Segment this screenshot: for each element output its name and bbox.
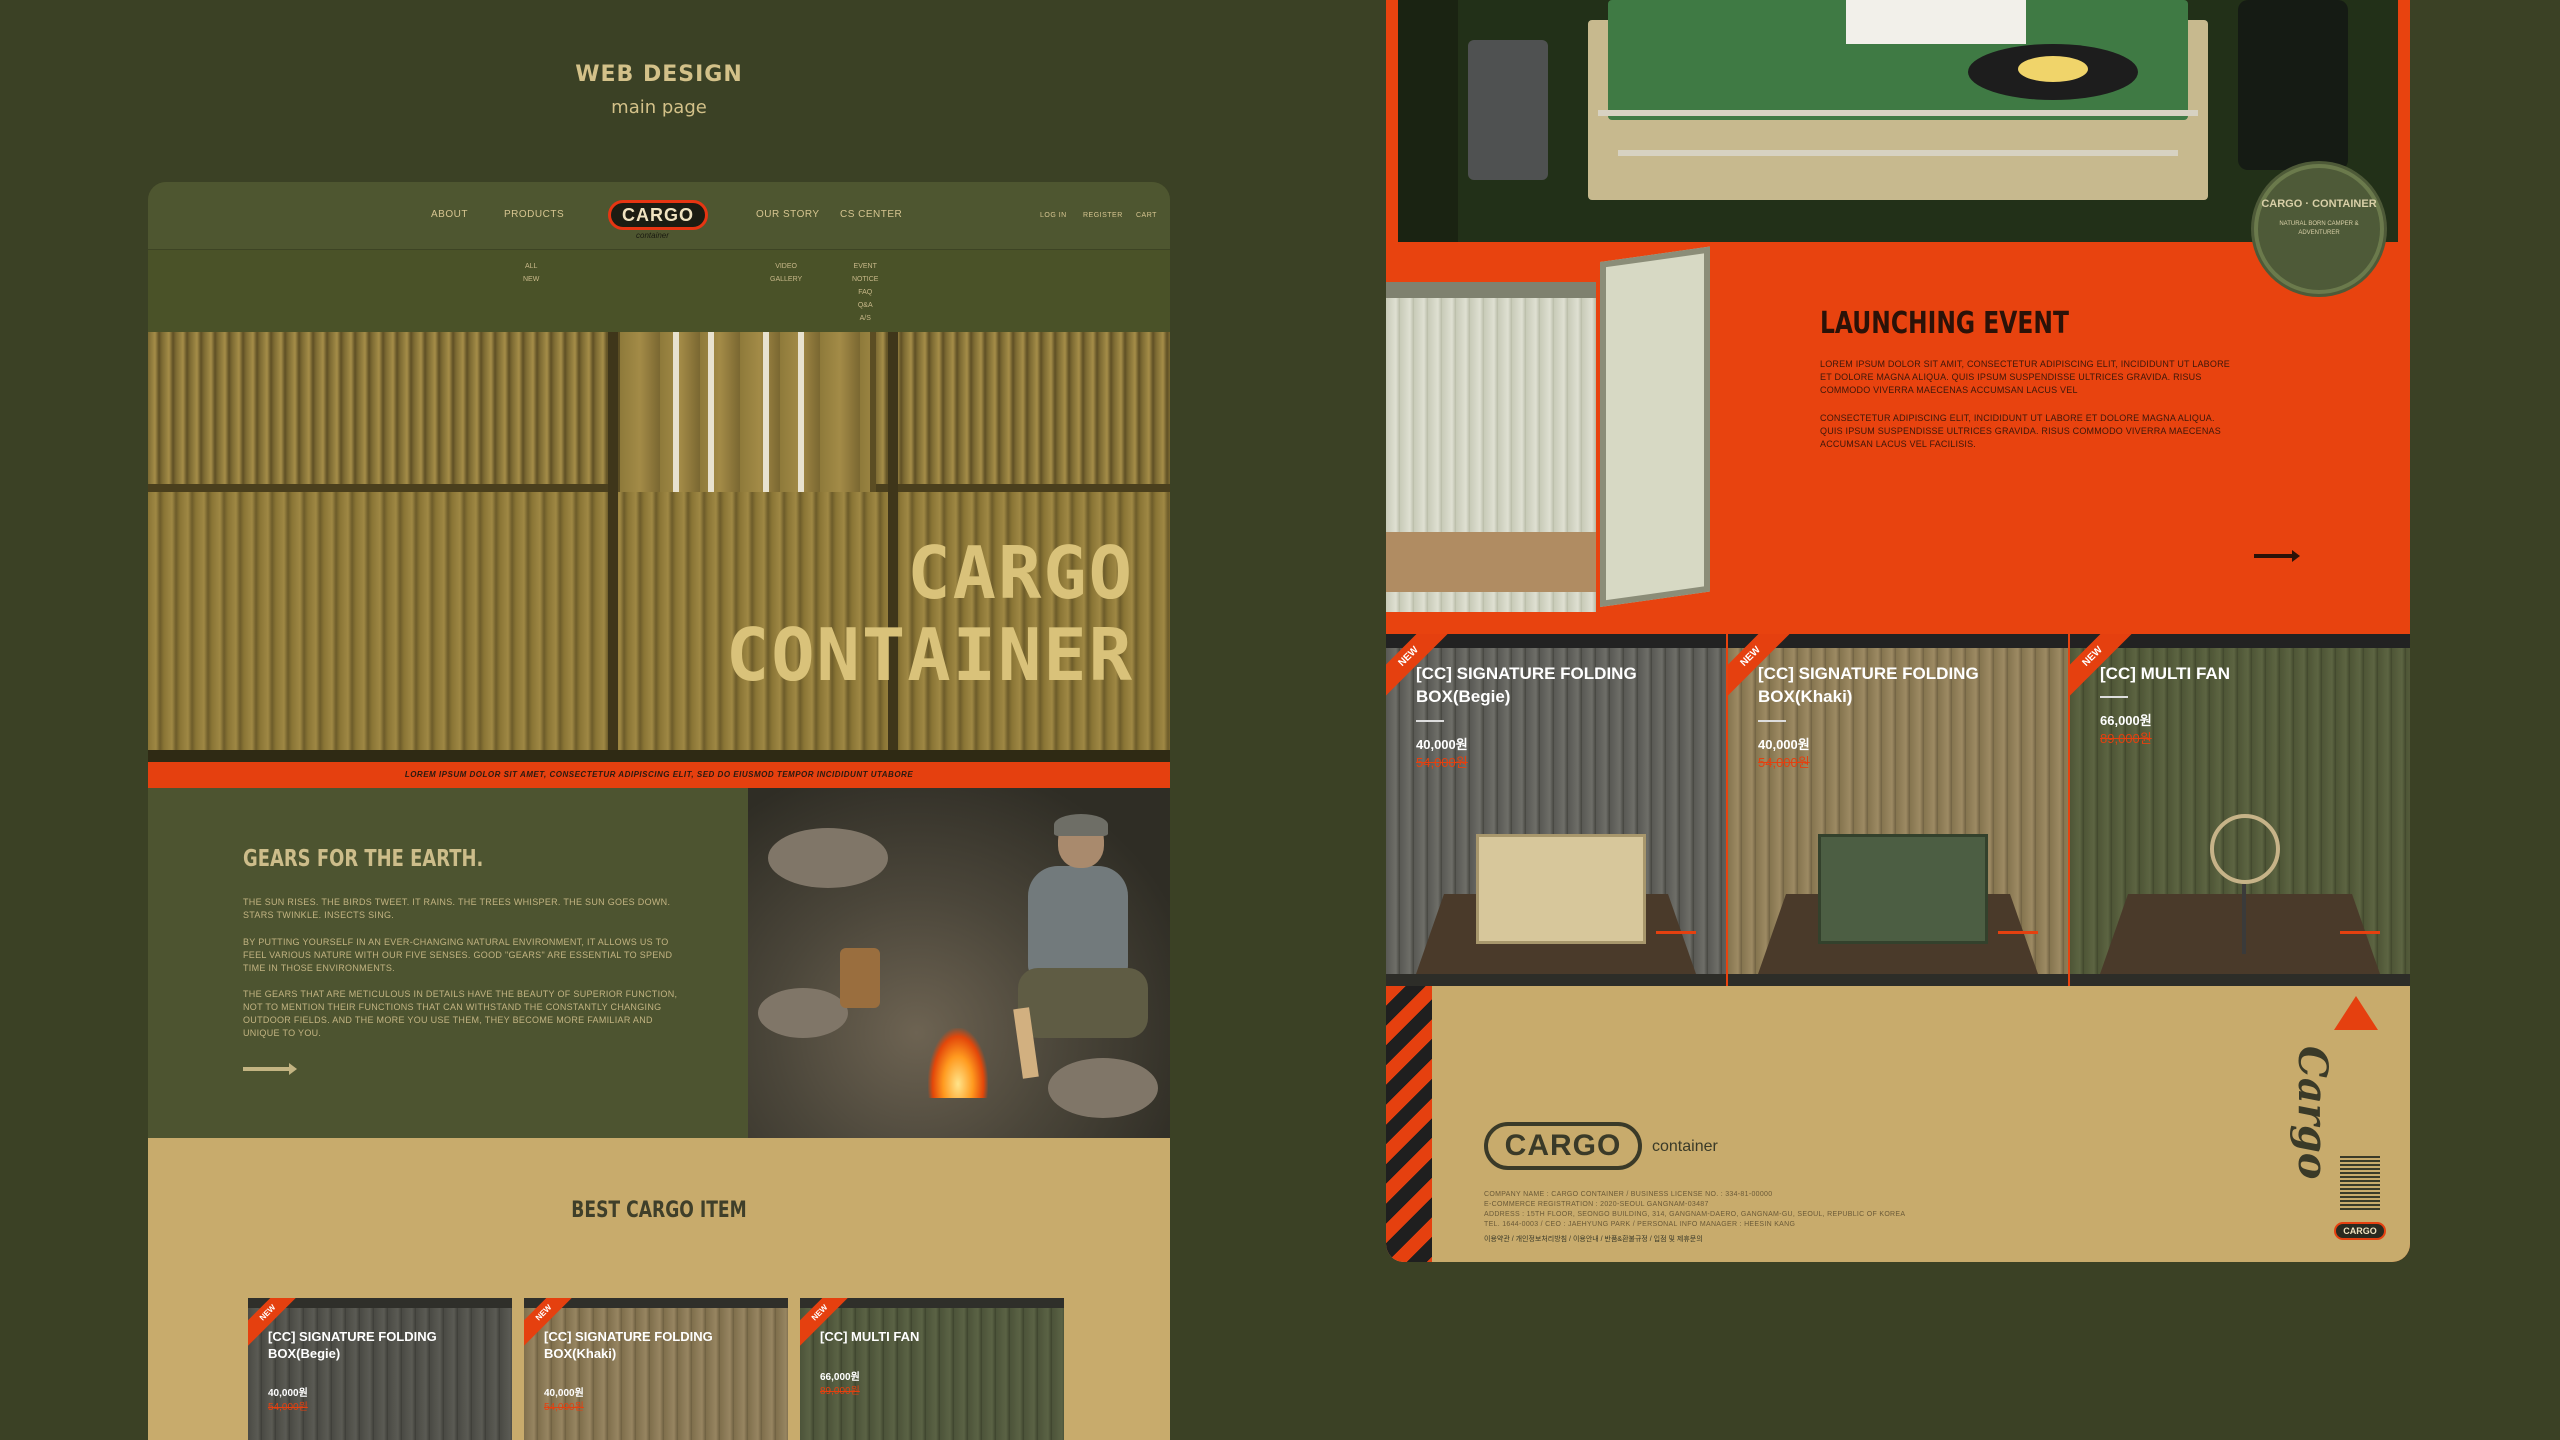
- product-price: 40,000원: [1758, 737, 1810, 752]
- brand-logo[interactable]: CARGO: [608, 200, 708, 230]
- hero-title: CARGO CONTAINER: [725, 531, 1134, 697]
- company-info: COMPANY NAME : CARGO CONTAINER / BUSINES…: [1484, 1191, 1773, 1198]
- best-card[interactable]: NEW [CC] MULTI FAN 66,000원 89,000원: [800, 1298, 1064, 1440]
- logo-text: CARGO: [622, 205, 694, 225]
- hero-strip: LOREM IPSUM DOLOR SIT AMET, CONSECTETUR …: [148, 762, 1170, 788]
- vertical-wordmark: Cargo: [2289, 1046, 2336, 1180]
- launch-paragraph-2: CONSECTETUR ADIPISCING ELIT, INCIDIDUNT …: [1820, 413, 2221, 449]
- subnav-story[interactable]: VIDEO GALLERY: [770, 260, 802, 286]
- caption-title: WEB DESIGN: [575, 62, 743, 87]
- company-info: ADDRESS : 15TH FLOOR, SEONGO BUILDING, 3…: [1484, 1211, 1906, 1218]
- arrow-right-icon[interactable]: [243, 1063, 297, 1075]
- gears-paragraph-3: THE GEARS THAT ARE METICULOUS IN DETAILS…: [243, 989, 678, 1038]
- nav-register[interactable]: REGISTER: [1083, 212, 1123, 219]
- best-card[interactable]: NEW [CC] SIGNATURE FOLDING BOX(Khaki) 40…: [524, 1298, 788, 1440]
- page-continuation-mockup: CARGO · CONTAINER NATURAL BORN CAMPER & …: [1386, 0, 2410, 1262]
- campfire: [928, 1028, 988, 1098]
- product-name: [CC] SIGNATURE FOLDING BOX(Begie): [1416, 664, 1637, 706]
- hero-banner: CARGO CONTAINER: [148, 332, 1170, 762]
- product-name: [CC] SIGNATURE FOLDING BOX(Begie): [268, 1329, 437, 1361]
- product-card[interactable]: NEW [CC] SIGNATURE FOLDING BOX(Begie) 40…: [1386, 634, 1726, 986]
- best-title: BEST CARGO ITEM: [571, 1198, 747, 1223]
- product-old-price: 54,000원: [268, 1402, 308, 1413]
- product-price: 66,000원: [820, 1372, 860, 1383]
- nav-products[interactable]: PRODUCTS: [504, 209, 564, 220]
- gears-section: GEARS FOR THE EARTH. THE SUN RISES. THE …: [148, 788, 748, 1138]
- nav-cs-center[interactable]: CS CENTER: [840, 209, 902, 220]
- mountain-icon: [2334, 996, 2378, 1030]
- stove-photo: [1398, 0, 2398, 242]
- product-name: [CC] SIGNATURE FOLDING BOX(Khaki): [1758, 664, 1979, 706]
- product-card[interactable]: NEW [CC] MULTI FAN 66,000원 89,000원: [2070, 634, 2410, 986]
- footer-links[interactable]: 이용약관 / 개인정보처리방침 / 이용안내 / 반품&환불규정 / 입점 및 …: [1484, 1234, 1703, 1244]
- product-price: 40,000원: [268, 1388, 308, 1399]
- best-card[interactable]: NEW [CC] SIGNATURE FOLDING BOX(Begie) 40…: [248, 1298, 512, 1440]
- sub-nav: ALL NEW VIDEO GALLERY EVENT NOTICE FAQ Q…: [148, 250, 1170, 332]
- nav-about[interactable]: ABOUT: [431, 209, 468, 220]
- gears-paragraph-2: BY PUTTING YOURSELF IN AN EVER-CHANGING …: [243, 937, 673, 973]
- product-old-price: 54,000원: [1416, 755, 1468, 770]
- launch-paragraph-1: LOREM IPSUM DOLOR SIT AMIT, CONSECTETUR …: [1820, 359, 2230, 395]
- nav-login[interactable]: LOG IN: [1040, 212, 1067, 219]
- open-container-image: [1386, 246, 1726, 612]
- folding-box-image: [1818, 834, 1988, 944]
- footer-logo[interactable]: CARGO: [1484, 1122, 1642, 1170]
- best-items-section: BEST CARGO ITEM ‹ › NEW [CC] SIGNATURE F…: [148, 1138, 1170, 1440]
- arrow-right-icon[interactable]: [2254, 550, 2300, 562]
- chevron-left-icon[interactable]: ‹: [186, 1428, 196, 1440]
- launch-title: LAUNCHING EVENT: [1820, 306, 2069, 341]
- container-door: [614, 332, 876, 492]
- product-old-price: 54,000원: [1758, 755, 1810, 770]
- main-page-mockup: ABOUT PRODUCTS CARGO container OUR STORY…: [148, 182, 1170, 1440]
- brand-stamp-icon: CARGO · CONTAINER NATURAL BORN CAMPER & …: [2254, 164, 2384, 294]
- product-card[interactable]: NEW [CC] SIGNATURE FOLDING BOX(Khaki) 40…: [1728, 634, 2068, 986]
- hazard-stripes: [1386, 986, 1432, 1262]
- gears-paragraph-1: THE SUN RISES. THE BIRDS TWEET. IT RAINS…: [243, 897, 671, 920]
- logo-subtitle: container: [636, 231, 669, 240]
- nav-cart[interactable]: CART: [1136, 212, 1157, 219]
- top-nav: ABOUT PRODUCTS CARGO container OUR STORY…: [148, 182, 1170, 250]
- footer-logo-sub: container: [1652, 1138, 1718, 1155]
- product-old-price: 89,000원: [820, 1386, 860, 1397]
- gears-title: GEARS FOR THE EARTH.: [243, 846, 484, 872]
- design-caption: WEB DESIGN main page: [148, 62, 1170, 118]
- camping-photo: [748, 788, 1170, 1138]
- footer: CARGO container COMPANY NAME : CARGO CON…: [1386, 986, 2410, 1262]
- caption-subtitle: main page: [611, 97, 707, 118]
- folding-box-image: [1476, 834, 1646, 944]
- company-info: TEL. 1644-0003 / CEO : JAEHYUNG PARK / P…: [1484, 1221, 1796, 1228]
- product-price: 66,000원: [2100, 713, 2152, 728]
- product-name: [CC] MULTI FAN: [820, 1329, 920, 1344]
- chevron-right-icon[interactable]: ›: [1116, 1428, 1126, 1440]
- product-price: 40,000원: [1416, 737, 1468, 752]
- fan-image: [2210, 814, 2280, 884]
- subnav-products[interactable]: ALL NEW: [523, 260, 539, 286]
- barcode-icon: [2340, 1154, 2380, 1210]
- company-info: E-COMMERCE REGISTRATION : 2020-SEOUL GAN…: [1484, 1201, 1709, 1208]
- nav-our-story[interactable]: OUR STORY: [756, 209, 820, 220]
- product-name: [CC] MULTI FAN: [2100, 664, 2230, 683]
- mini-logo: CARGO: [2334, 1222, 2386, 1240]
- product-old-price: 54,000원: [544, 1402, 584, 1413]
- product-old-price: 89,000원: [2100, 731, 2152, 746]
- subnav-cs[interactable]: EVENT NOTICE FAQ Q&A A/S: [852, 260, 878, 325]
- product-price: 40,000원: [544, 1388, 584, 1399]
- product-name: [CC] SIGNATURE FOLDING BOX(Khaki): [544, 1329, 713, 1361]
